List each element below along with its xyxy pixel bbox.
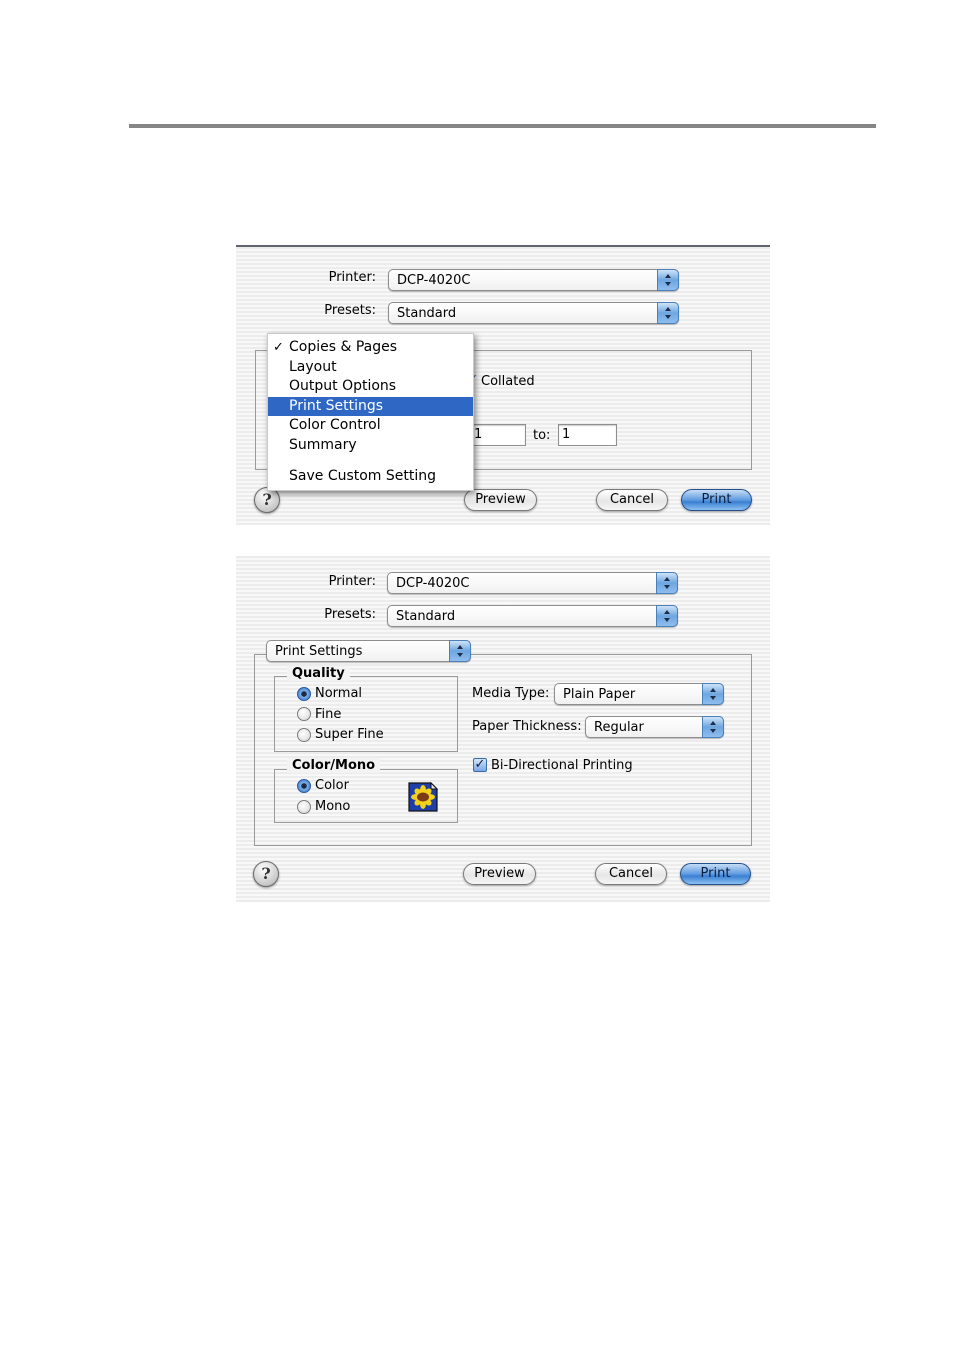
print-dialog-print-settings: Printer: DCP-4020C Presets: Standard Pri… xyxy=(236,556,770,902)
quality-super-fine-label: Super Fine xyxy=(315,727,384,742)
printer-value: DCP-4020C xyxy=(396,576,470,591)
color-label: Color xyxy=(315,778,349,793)
media-type-label: Media Type: xyxy=(472,686,550,701)
bidirectional-label: Bi-Directional Printing xyxy=(491,758,633,773)
presets-popup[interactable]: Standard xyxy=(387,605,678,627)
print-button[interactable]: Print xyxy=(680,863,751,885)
header-rule xyxy=(129,124,876,128)
printer-label: Printer: xyxy=(328,574,376,589)
media-type-value: Plain Paper xyxy=(563,687,636,702)
quality-legend: Quality xyxy=(287,666,350,681)
popup-arrows-icon xyxy=(657,302,679,324)
pane-value: Print Settings xyxy=(275,644,363,659)
popup-arrows-icon xyxy=(702,683,724,705)
sunflower-color-icon xyxy=(408,781,439,812)
quality-super-fine-radio[interactable] xyxy=(297,728,311,742)
checkmark-icon: ✓ xyxy=(273,340,284,355)
presets-label: Presets: xyxy=(324,303,376,318)
menu-item-print-settings[interactable]: Print Settings xyxy=(268,396,473,416)
pane-menu: ✓ Copies & Pages Layout Output Options P… xyxy=(267,333,474,491)
popup-arrows-icon xyxy=(656,605,678,627)
menu-item-copies-pages[interactable]: ✓ Copies & Pages xyxy=(268,338,473,358)
popup-arrows-icon xyxy=(657,269,679,291)
popup-arrows-icon xyxy=(702,716,724,738)
quality-fine-label: Fine xyxy=(315,707,342,722)
popup-arrows-icon xyxy=(656,572,678,594)
menu-item-summary[interactable]: Summary xyxy=(268,436,473,456)
quality-normal-radio[interactable] xyxy=(297,687,311,701)
checkmark-icon: ✓ xyxy=(474,757,486,772)
paper-thickness-value: Regular xyxy=(594,720,644,735)
printer-popup[interactable]: DCP-4020C xyxy=(388,269,679,291)
presets-value: Standard xyxy=(397,306,457,321)
paper-thickness-popup[interactable]: Regular xyxy=(585,716,724,738)
mono-radio[interactable] xyxy=(297,800,311,814)
quality-normal-label: Normal xyxy=(315,686,363,701)
paper-thickness-label: Paper Thickness: xyxy=(472,719,582,734)
pane-popup[interactable]: Print Settings xyxy=(266,640,471,662)
preview-button[interactable]: Preview xyxy=(463,863,536,885)
bidirectional-checkbox[interactable]: ✓ xyxy=(473,758,487,772)
color-mono-legend: Color/Mono xyxy=(287,758,381,773)
media-type-popup[interactable]: Plain Paper xyxy=(554,683,724,705)
printer-label: Printer: xyxy=(328,270,376,285)
cancel-button[interactable]: Cancel xyxy=(596,489,668,511)
from-field[interactable]: 1 xyxy=(470,424,526,446)
presets-label: Presets: xyxy=(324,607,376,622)
presets-popup[interactable]: Standard xyxy=(388,302,679,324)
print-dialog-pane-menu-open: Printer: DCP-4020C Presets: Standard 1 ✓… xyxy=(236,245,770,525)
menu-item-layout[interactable]: Layout xyxy=(268,358,473,378)
printer-popup[interactable]: DCP-4020C xyxy=(387,572,678,594)
cancel-button[interactable]: Cancel xyxy=(595,863,667,885)
menu-separator xyxy=(268,455,473,467)
presets-value: Standard xyxy=(396,609,456,624)
color-radio[interactable] xyxy=(297,779,311,793)
help-button[interactable]: ? xyxy=(253,861,279,887)
quality-fine-radio[interactable] xyxy=(297,707,311,721)
collated-label: Collated xyxy=(481,374,535,389)
popup-arrows-icon xyxy=(449,640,471,662)
printer-value: DCP-4020C xyxy=(397,273,471,288)
preview-button[interactable]: Preview xyxy=(464,489,537,511)
menu-item-output-options[interactable]: Output Options xyxy=(268,377,473,397)
to-field[interactable]: 1 xyxy=(558,424,617,446)
to-label: to: xyxy=(533,428,551,443)
print-button[interactable]: Print xyxy=(681,489,752,511)
mono-label: Mono xyxy=(315,799,351,814)
menu-item-color-control[interactable]: Color Control xyxy=(268,416,473,436)
menu-item-save-custom-setting[interactable]: Save Custom Setting xyxy=(268,467,473,487)
